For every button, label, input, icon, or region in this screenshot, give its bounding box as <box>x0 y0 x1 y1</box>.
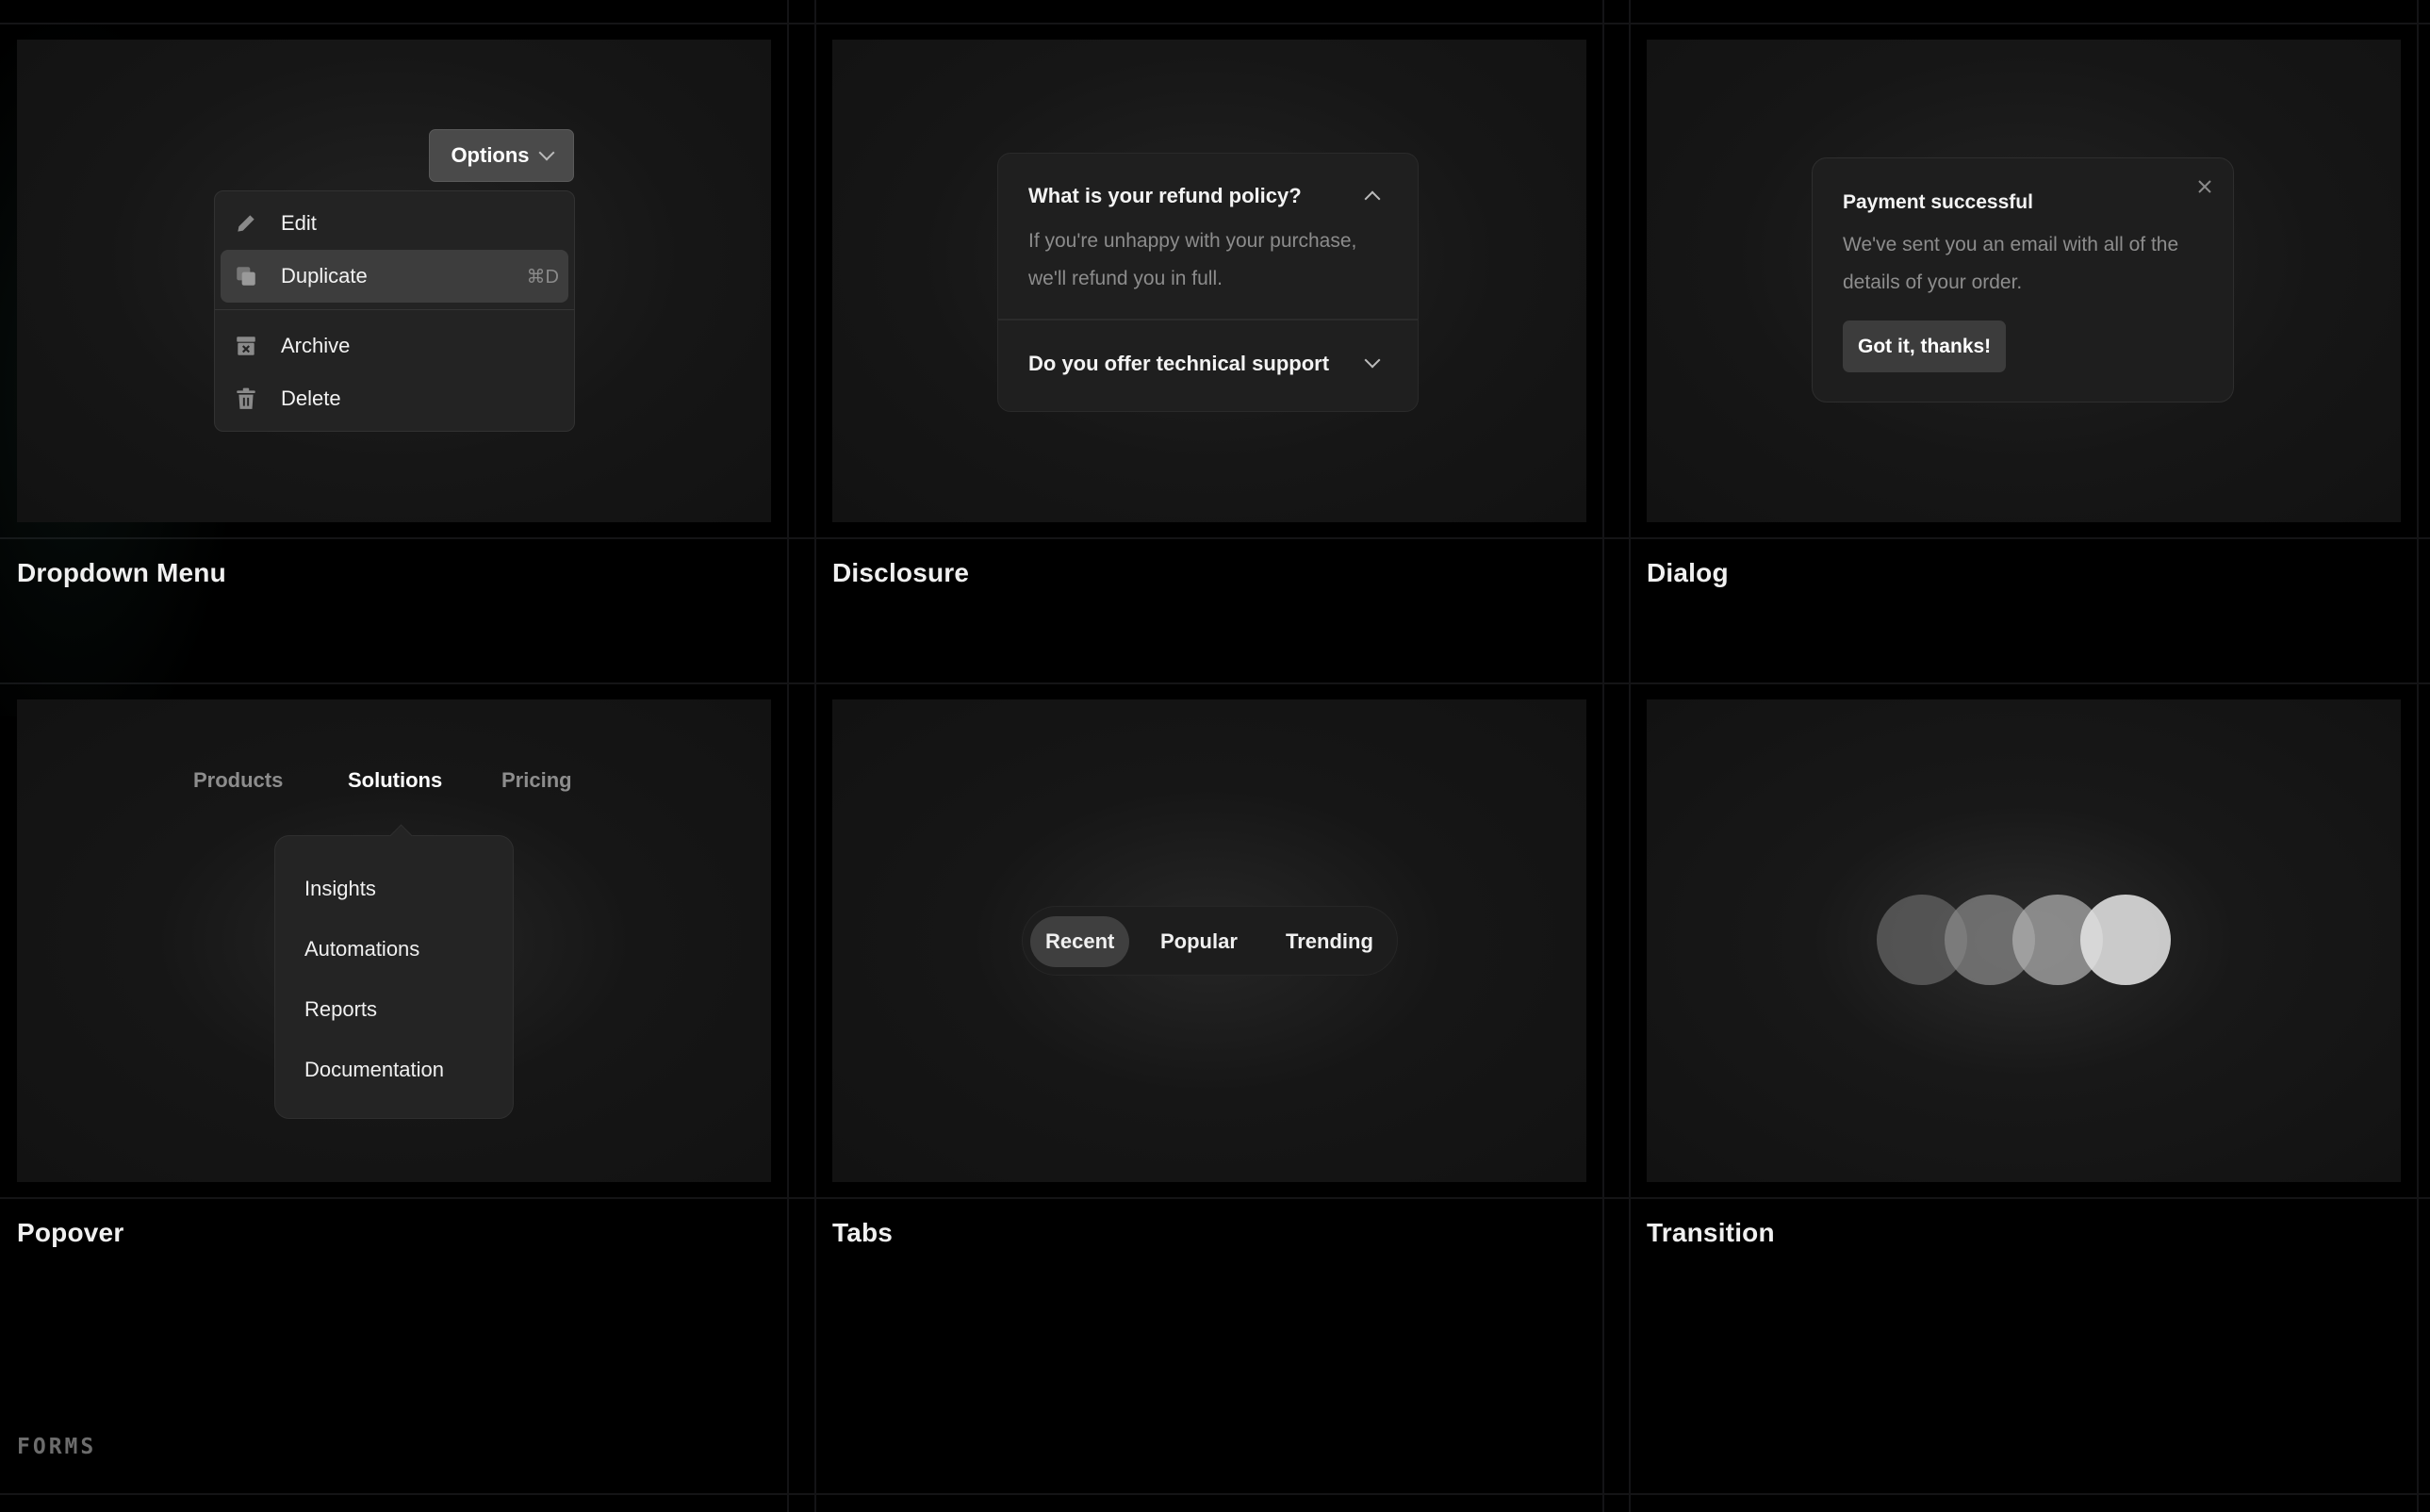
trash-icon <box>232 385 260 413</box>
menu-item-label: Delete <box>281 386 341 410</box>
card-title-popover[interactable]: Popover <box>17 1218 123 1248</box>
dialog-box: Payment successful We've sent you an ema… <box>1812 157 2234 403</box>
disclosure-answer-1: If you're unhappy with your purchase, we… <box>1028 230 1357 289</box>
components-gallery: Options Edit Duplicate ⌘D Archive Delete… <box>0 0 2430 1512</box>
nav-item-pricing[interactable]: Pricing <box>501 768 572 793</box>
tab-popular[interactable]: Popular <box>1160 916 1238 967</box>
disclosure-panel: What is your refund policy? If you're un… <box>997 153 1419 412</box>
transition-circle <box>2080 895 2171 985</box>
close-icon[interactable] <box>2193 175 2216 198</box>
popover-item-documentation[interactable]: Documentation <box>304 1058 444 1082</box>
card-title-disclosure[interactable]: Disclosure <box>832 558 969 588</box>
nav-item-solutions[interactable]: Solutions <box>348 768 442 793</box>
popover-item-reports[interactable]: Reports <box>304 997 377 1022</box>
nav-item-products[interactable]: Products <box>193 768 283 793</box>
grid-divider <box>1602 0 1604 1512</box>
tabs-preview: Recent Popular Trending <box>832 699 1586 1182</box>
card-title-transition[interactable]: Transition <box>1647 1218 1775 1248</box>
dropdown-preview: Options Edit Duplicate ⌘D Archive Delete <box>17 40 771 522</box>
tab-recent[interactable]: Recent <box>1030 916 1130 967</box>
grid-divider <box>0 537 2430 539</box>
options-button-label: Options <box>451 143 530 167</box>
archive-icon <box>232 332 260 360</box>
section-label: FORMS <box>17 1435 97 1459</box>
menu-item-label: Edit <box>281 211 317 235</box>
tab-bar: Recent Popular Trending <box>1022 906 1398 976</box>
grid-divider <box>0 1493 2430 1495</box>
disclosure-question-1[interactable]: What is your refund policy? <box>1028 184 1302 208</box>
dropdown-menu: Edit Duplicate ⌘D Archive Delete <box>214 190 575 432</box>
chevron-down-icon[interactable] <box>1364 352 1381 369</box>
popover-panel: Insights Automations Reports Documentati… <box>274 835 514 1119</box>
card-title-dropdown[interactable]: Dropdown Menu <box>17 558 226 588</box>
menu-item-duplicate[interactable]: Duplicate ⌘D <box>221 250 568 303</box>
dialog-preview: Payment successful We've sent you an ema… <box>1647 40 2401 522</box>
disclosure-question-2[interactable]: Do you offer technical support <box>1028 352 1329 376</box>
grid-divider <box>1629 0 1631 1512</box>
card-title-dialog[interactable]: Dialog <box>1647 558 1729 588</box>
disclosure-divider <box>998 319 1418 320</box>
menu-item-label: Archive <box>281 334 351 357</box>
menu-item-edit[interactable]: Edit <box>221 197 568 250</box>
chevron-down-icon <box>538 144 555 161</box>
grid-divider <box>0 23 2430 25</box>
popover-item-insights[interactable]: Insights <box>304 877 376 901</box>
menu-item-label: Duplicate <box>281 264 368 288</box>
menu-divider <box>215 309 574 310</box>
dialog-title: Payment successful <box>1843 191 2033 213</box>
menu-item-archive[interactable]: Archive <box>221 320 568 372</box>
grid-divider <box>0 682 2430 684</box>
card-title-tabs[interactable]: Tabs <box>832 1218 893 1248</box>
chevron-up-icon[interactable] <box>1364 190 1381 207</box>
grid-divider <box>2417 0 2419 1512</box>
popover-preview: Products Solutions Pricing Insights Auto… <box>17 699 771 1182</box>
confirm-button[interactable]: Got it, thanks! <box>1843 320 2007 372</box>
duplicate-icon <box>232 262 260 290</box>
pencil-icon <box>232 209 260 238</box>
menu-item-delete[interactable]: Delete <box>221 372 568 425</box>
grid-divider <box>814 0 816 1512</box>
popover-item-automations[interactable]: Automations <box>304 937 419 961</box>
tab-trending[interactable]: Trending <box>1286 916 1373 967</box>
grid-divider <box>787 0 789 1512</box>
options-button[interactable]: Options <box>429 129 574 182</box>
transition-preview <box>1647 699 2401 1182</box>
dialog-body: We've sent you an email with all of the … <box>1843 234 2179 293</box>
grid-divider <box>0 1197 2430 1199</box>
shortcut-label: ⌘D <box>526 266 559 288</box>
disclosure-preview: What is your refund policy? If you're un… <box>832 40 1586 522</box>
